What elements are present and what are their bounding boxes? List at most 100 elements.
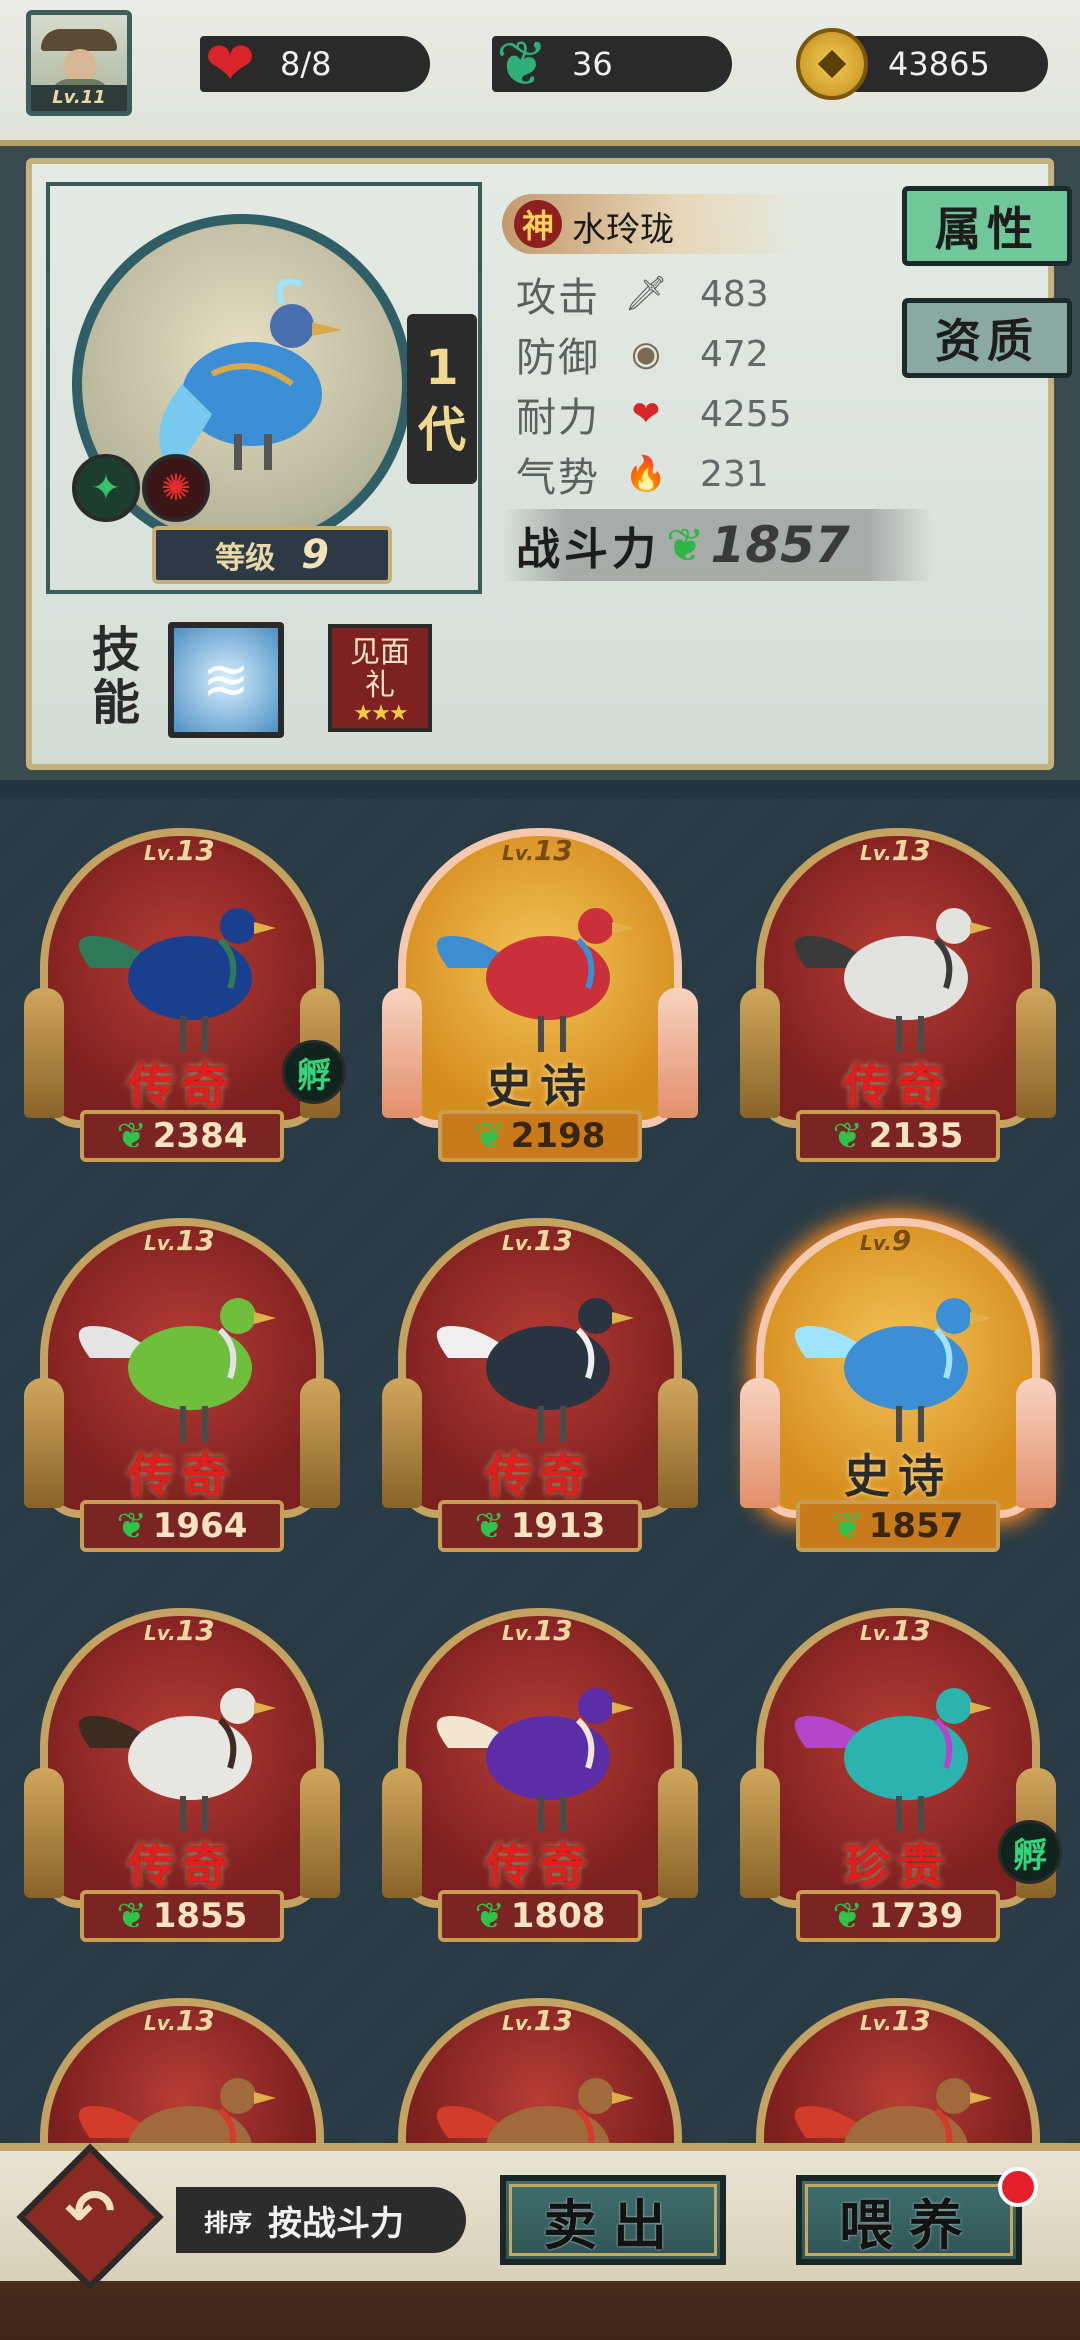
bird-card[interactable]: Lv.13 传奇 ❦ 1913 xyxy=(378,1208,702,1564)
bird-power-value: 2384 xyxy=(152,1116,248,1156)
tab-aptitude[interactable]: 资质 xyxy=(902,298,1072,378)
bird-image xyxy=(794,1688,992,1832)
bird-card[interactable]: Lv.13 xyxy=(378,1988,702,2143)
hearts-counter: ❤ 8/8 xyxy=(200,34,430,94)
bird-image xyxy=(436,908,634,1052)
gift-skill-button[interactable]: 见面 礼 ★★★ xyxy=(328,624,432,732)
bird-card[interactable]: Lv.13 珍贵 ❦ 1739 孵 xyxy=(736,1598,1062,1954)
feed-label: 喂养 xyxy=(839,2193,979,2257)
bird-power-plate: ❦ 2198 xyxy=(438,1110,642,1162)
spirit-drop-icon: ❦ xyxy=(474,1505,505,1547)
bird-image xyxy=(794,908,992,1052)
spirit-drop-icon: ❦ xyxy=(666,518,705,572)
gift-label: 见面 礼 xyxy=(332,636,428,702)
bird-image xyxy=(436,2078,634,2143)
generation-number: 1 xyxy=(425,339,459,396)
player-avatar[interactable]: Lv.11 xyxy=(26,10,132,116)
fire-element-icon[interactable]: ✺ xyxy=(142,454,210,522)
stat-defense: 防御 ◉ 472 xyxy=(516,324,856,384)
bird-card[interactable]: Lv.13 传奇 ❦ 1855 xyxy=(20,1598,344,1954)
bird-image xyxy=(78,908,276,1052)
bird-card[interactable]: Lv.13 传奇 ❦ 2135 xyxy=(736,818,1060,1174)
hatch-badge: 孵 xyxy=(998,1820,1062,1884)
spirit-drop-icon: ❦ xyxy=(116,1895,147,1937)
bird-rarity: 史诗 xyxy=(486,1059,594,1113)
feed-button[interactable]: 喂养 xyxy=(796,2175,1022,2265)
bird-image xyxy=(78,1298,276,1442)
bird-level-value: 13 xyxy=(533,1614,573,1647)
spirit-value: 36 xyxy=(572,45,613,83)
spirit-drop-icon: ❦ xyxy=(474,1895,505,1937)
bird-card[interactable]: Lv.13 传奇 ❦ 2384 孵 xyxy=(20,818,346,1174)
bird-level: Lv.13 xyxy=(144,1614,215,1647)
bird-card[interactable]: Lv.13 史诗 ❦ 2198 xyxy=(378,818,702,1174)
bird-level: Lv.13 xyxy=(860,1614,931,1647)
avatar-face xyxy=(63,49,97,83)
spirit-drop-icon: ❦ xyxy=(474,1115,505,1157)
bird-power-plate: ❦ 1857 xyxy=(796,1500,1000,1552)
bird-rarity: 传奇 xyxy=(128,1449,236,1503)
bird-power-plate: ❦ 1855 xyxy=(80,1890,284,1942)
combat-power-label: 战斗力 xyxy=(516,524,660,575)
notification-dot xyxy=(998,2167,1038,2207)
bird-power-value: 1857 xyxy=(868,1506,964,1546)
bird-level: Lv.13 xyxy=(144,2004,215,2037)
bird-level: Lv.13 xyxy=(502,1614,573,1647)
stat-momentum: 气势 🔥 231 xyxy=(516,444,856,504)
heart-icon: ❤ xyxy=(631,394,661,434)
bird-level-value: 13 xyxy=(175,2004,215,2037)
sell-button[interactable]: 卖出 xyxy=(500,2175,726,2265)
bird-level-value: 13 xyxy=(175,1224,215,1257)
level-value: 9 xyxy=(301,532,329,578)
bird-card[interactable]: Lv.13 xyxy=(20,1988,344,2143)
resource-bar: Lv.11 ❤ 8/8 ❦ 36 43865 xyxy=(0,0,1080,140)
bird-level: Lv.9 xyxy=(860,1224,912,1257)
bird-level: Lv.13 xyxy=(860,834,931,867)
bird-level: Lv.13 xyxy=(144,834,215,867)
bird-level-value: 13 xyxy=(533,2004,573,2037)
bird-card[interactable]: Lv.9 史诗 ❦ 1857 xyxy=(736,1208,1060,1564)
tab-attributes[interactable]: 属性 xyxy=(902,186,1072,266)
combat-power-value: 1857 xyxy=(710,516,850,574)
level-label: 等级 xyxy=(215,541,276,576)
bird-collection-grid[interactable]: Lv.13 传奇 ❦ 2384 孵 Lv.13 史诗 ❦ 2198 Lv.13 传奇 ❦ 2135 Lv.… xyxy=(0,798,1080,2143)
stat-value: 4255 xyxy=(700,393,792,435)
avatar-hat xyxy=(41,29,117,51)
pet-stats: 攻击 🗡 483 防御 ◉ 472 耐力 ❤ 4255 气势 🔥 231 xyxy=(516,264,856,504)
bird-card[interactable]: Lv.13 传奇 ❦ 1964 xyxy=(20,1208,344,1564)
bird-card[interactable]: Lv.13 传奇 ❦ 1808 xyxy=(378,1598,702,1954)
spirit-drop-icon: ❦ xyxy=(116,1115,147,1157)
sort-selector[interactable]: 排序 按战斗力 xyxy=(176,2187,466,2253)
sell-label: 卖出 xyxy=(543,2193,683,2257)
stat-value: 483 xyxy=(700,273,769,315)
generation-label: 代 xyxy=(417,402,466,458)
bottom-action-bar: ↶ 排序 按战斗力 卖出 喂养 xyxy=(0,2143,1080,2340)
bird-level: Lv.13 xyxy=(502,834,573,867)
bird-rarity: 传奇 xyxy=(486,1839,594,1893)
spirit-counter: ❦ 36 xyxy=(492,33,732,95)
bird-power-value: 1855 xyxy=(152,1896,248,1936)
hearts-value: 8/8 xyxy=(280,45,332,83)
flame-icon: 🔥 xyxy=(624,454,668,494)
stat-label: 气势 xyxy=(516,455,600,501)
bird-level-value: 13 xyxy=(175,834,215,867)
coin-counter: 43865 xyxy=(796,28,1048,100)
coin-value: 43865 xyxy=(888,45,990,83)
bird-level-value: 13 xyxy=(891,834,931,867)
stat-value: 231 xyxy=(700,453,769,495)
bird-power-plate: ❦ 2384 xyxy=(80,1110,284,1162)
wind-element-icon[interactable]: ✦ xyxy=(72,454,140,522)
skill-water-icon[interactable]: ≋ xyxy=(168,622,284,738)
spirit-drop-icon: ❦ xyxy=(832,1505,863,1547)
stat-label: 耐力 xyxy=(516,395,600,441)
bird-card[interactable]: Lv.13 xyxy=(736,1988,1060,2143)
bird-power-value: 2135 xyxy=(868,1116,964,1156)
skill-label-char-2: 能 xyxy=(92,674,141,731)
pet-bird-image xyxy=(159,278,342,474)
bird-level: Lv.13 xyxy=(860,2004,931,2037)
bird-level: Lv.13 xyxy=(144,1224,215,1257)
stat-stamina: 耐力 ❤ 4255 xyxy=(516,384,856,444)
skill-label-char-1: 技 xyxy=(92,622,141,678)
bird-power-plate: ❦ 1913 xyxy=(438,1500,642,1552)
spirit-drop-icon: ❦ xyxy=(832,1115,863,1157)
